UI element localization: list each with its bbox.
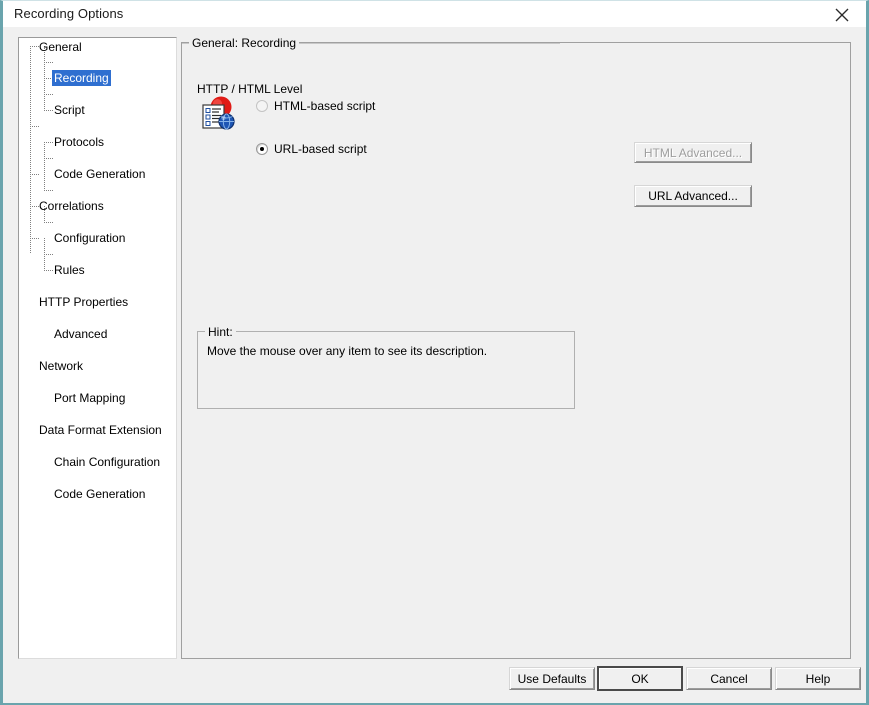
radio-label: HTML-based script bbox=[274, 99, 376, 113]
hint-title: Hint: bbox=[205, 325, 236, 339]
hint-text: Move the mouse over any item to see its … bbox=[207, 344, 488, 358]
sidebar-item-label: General bbox=[39, 40, 82, 54]
radio-url-based-script[interactable] bbox=[256, 143, 268, 155]
radio-html-based-script[interactable] bbox=[256, 100, 268, 112]
sidebar-item-protocols[interactable]: Protocols bbox=[19, 86, 176, 149]
close-icon bbox=[835, 8, 849, 22]
sidebar-item-network[interactable]: Network bbox=[19, 198, 176, 373]
http-html-level-title: HTTP / HTML Level bbox=[197, 82, 307, 96]
hint-group: Hint: Move the mouse over any item to se… bbox=[197, 325, 575, 409]
url-advanced-button[interactable]: URL Advanced... bbox=[634, 185, 752, 207]
sidebar-item-rules[interactable]: Rules bbox=[19, 150, 176, 277]
sidebar-item-script[interactable]: Script bbox=[19, 70, 176, 117]
help-button[interactable]: Help bbox=[775, 667, 861, 690]
recording-options-icon bbox=[198, 95, 236, 133]
sidebar-item-code-generation-dfe[interactable]: Code Generation bbox=[19, 262, 176, 501]
html-advanced-button[interactable]: HTML Advanced... bbox=[634, 142, 752, 163]
radio-selected-dot bbox=[260, 147, 264, 151]
use-defaults-button[interactable]: Use Defaults bbox=[509, 667, 595, 690]
dialog-client-area: General Recording Script Protocols Code … bbox=[3, 27, 866, 703]
title-bar: Recording Options bbox=[3, 1, 866, 28]
sidebar-item-label: Advanced bbox=[54, 327, 108, 341]
sidebar-item-data-format-extension[interactable]: Data Format Extension bbox=[19, 230, 176, 437]
sidebar-item-code-generation[interactable]: Code Generation bbox=[19, 102, 176, 181]
sidebar-item-http-properties[interactable]: HTTP Properties bbox=[19, 166, 176, 309]
sidebar-item-port-mapping[interactable]: Port Mapping bbox=[19, 214, 176, 405]
group-title: General: Recording bbox=[189, 36, 300, 50]
sidebar-item-label: HTTP Properties bbox=[39, 295, 129, 309]
sidebar-item-chain-configuration[interactable]: Chain Configuration bbox=[19, 246, 176, 469]
sidebar-item-label: Port Mapping bbox=[54, 391, 126, 405]
sidebar-item-correlations[interactable]: Correlations bbox=[19, 118, 176, 213]
sidebar-item-configuration[interactable]: Configuration bbox=[19, 134, 176, 245]
cancel-button[interactable]: Cancel bbox=[686, 667, 772, 690]
sidebar-item-label: Data Format Extension bbox=[39, 423, 162, 437]
window-title: Recording Options bbox=[14, 6, 124, 21]
general-recording-group: General: Recording HTTP / HTML Level HTM… bbox=[181, 36, 851, 659]
sidebar-item-advanced[interactable]: Advanced bbox=[19, 182, 176, 341]
sidebar-item-general[interactable]: General bbox=[19, 38, 176, 54]
sidebar-item-label: Chain Configuration bbox=[54, 455, 161, 469]
close-button[interactable] bbox=[820, 1, 866, 27]
sidebar-item-label: Code Generation bbox=[54, 487, 146, 501]
radio-label: URL-based script bbox=[274, 142, 367, 156]
ok-button[interactable]: OK bbox=[597, 666, 683, 691]
recording-options-dialog: Recording Options General Recording Scri… bbox=[0, 0, 869, 705]
navigation-tree[interactable]: General Recording Script Protocols Code … bbox=[18, 37, 177, 659]
sidebar-item-recording[interactable]: Recording bbox=[19, 54, 176, 86]
sidebar-item-label: Network bbox=[39, 359, 84, 373]
